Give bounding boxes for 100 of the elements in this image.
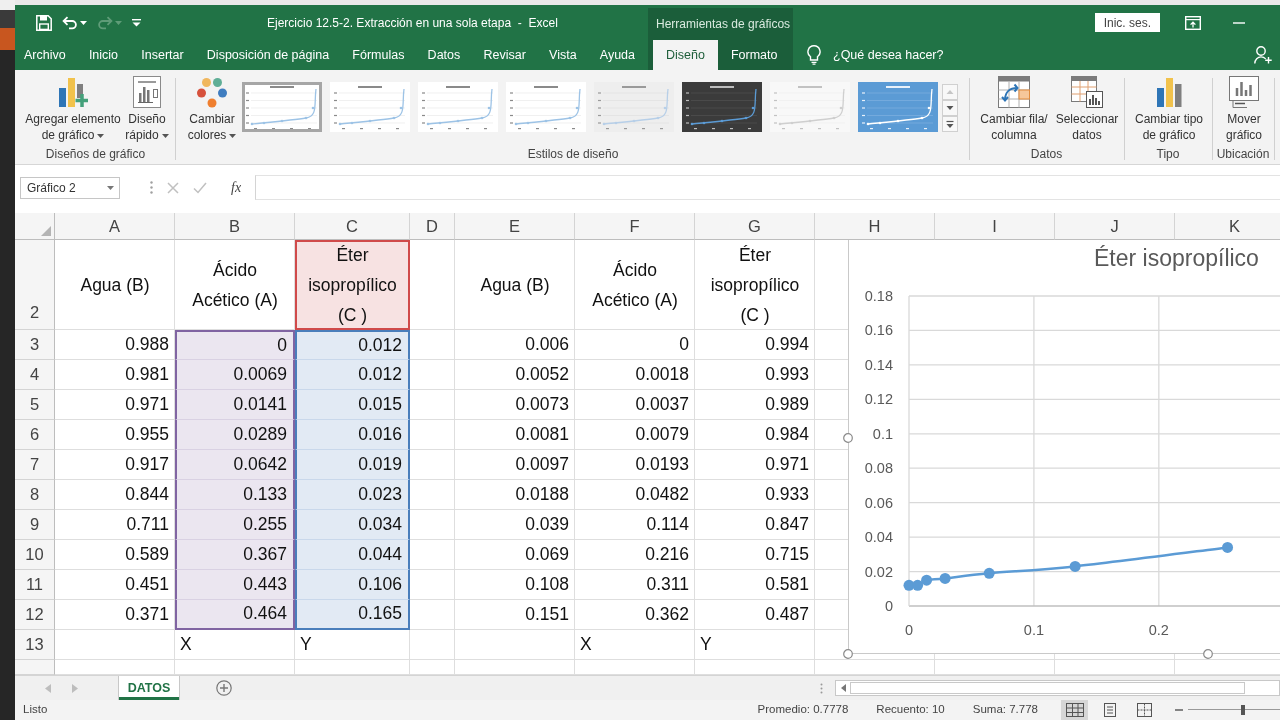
ribbon-button[interactable]: Seleccionar datos — [1052, 70, 1122, 143]
column-header[interactable]: B — [175, 213, 295, 240]
spreadsheet-cell[interactable]: 0.034 — [295, 510, 410, 540]
spreadsheet-cell[interactable]: 0.133 — [175, 480, 295, 510]
undo-icon[interactable] — [62, 15, 78, 30]
minimize-icon[interactable] — [1233, 21, 1245, 24]
person-add-icon[interactable] — [1254, 46, 1272, 64]
ribbon-tab[interactable]: Vista — [540, 40, 586, 70]
spreadsheet-cell[interactable]: 0.0018 — [575, 360, 695, 390]
spreadsheet-cell[interactable]: 0.0141 — [175, 390, 295, 420]
row-header[interactable] — [15, 660, 55, 675]
spreadsheet-cell[interactable]: 0.971 — [695, 450, 815, 480]
spreadsheet-cell[interactable]: 0.589 — [55, 540, 175, 570]
spreadsheet-cell[interactable]: 0.044 — [295, 540, 410, 570]
spreadsheet-cell[interactable]: 0.443 — [175, 570, 295, 600]
caret-icon[interactable] — [107, 185, 114, 190]
spreadsheet-cell[interactable]: 0.0081 — [455, 420, 575, 450]
caret-icon[interactable] — [97, 133, 105, 138]
ribbon-tab[interactable]: Archivo — [15, 40, 75, 70]
row-header[interactable]: 4 — [15, 360, 55, 390]
row-header[interactable]: 3 — [15, 330, 55, 360]
ribbon-tab[interactable]: Disposición de página — [197, 40, 339, 70]
spreadsheet-cell[interactable]: 0.993 — [695, 360, 815, 390]
column-header[interactable]: E — [455, 213, 575, 240]
spreadsheet-cell[interactable]: Ácido Acético (A) — [575, 240, 695, 330]
ribbon-tab[interactable]: Formato — [717, 40, 791, 70]
spreadsheet-cell[interactable]: 0 — [175, 330, 295, 360]
row-header[interactable]: 9 — [15, 510, 55, 540]
caret-icon[interactable] — [161, 133, 169, 138]
spreadsheet-cell[interactable]: 0.0052 — [455, 360, 575, 390]
ribbon-button[interactable]: Agregar elemento de gráfico — [23, 70, 123, 143]
grip-icon[interactable] — [150, 181, 153, 194]
spreadsheet-cell[interactable]: 0.114 — [575, 510, 695, 540]
spreadsheet-cell[interactable]: 0.451 — [55, 570, 175, 600]
spreadsheet-cell[interactable]: 0.012 — [295, 330, 410, 360]
spreadsheet-cell[interactable]: Éter isopropílico (C ) — [295, 240, 410, 330]
spreadsheet-cell[interactable]: 0.955 — [55, 420, 175, 450]
spreadsheet-cell[interactable]: 0.311 — [575, 570, 695, 600]
spreadsheet-cell[interactable]: 0.255 — [175, 510, 295, 540]
row-header[interactable]: 2 — [15, 240, 55, 330]
column-header[interactable]: H — [815, 213, 935, 240]
spreadsheet-cell[interactable]: 0.216 — [575, 540, 695, 570]
chart-style-thumbnail[interactable] — [506, 82, 586, 132]
spreadsheet-cell[interactable]: 0.0073 — [455, 390, 575, 420]
spreadsheet-cell[interactable]: 0 — [575, 330, 695, 360]
column-header[interactable]: C — [295, 213, 410, 240]
spreadsheet-cell[interactable]: 0.933 — [695, 480, 815, 510]
column-header[interactable]: G — [695, 213, 815, 240]
ribbon-tab[interactable]: Datos — [418, 40, 470, 70]
spreadsheet-cell[interactable]: Éter isopropílico (C ) — [695, 240, 815, 330]
resize-handle-icon[interactable] — [843, 649, 853, 659]
spreadsheet-cell[interactable]: 0.367 — [175, 540, 295, 570]
spreadsheet-cell[interactable]: Y — [695, 630, 815, 660]
spreadsheet-cell[interactable]: 0.0642 — [175, 450, 295, 480]
column-header[interactable]: J — [1055, 213, 1175, 240]
spreadsheet-cell[interactable]: 0.581 — [695, 570, 815, 600]
spreadsheet-cell[interactable]: 0.106 — [295, 570, 410, 600]
spreadsheet-cell[interactable]: 0.108 — [455, 570, 575, 600]
view-button[interactable] — [1061, 700, 1088, 720]
ribbon-display-icon[interactable] — [1185, 15, 1201, 30]
chart-style-thumbnail[interactable] — [682, 82, 762, 132]
caret-icon[interactable] — [229, 133, 237, 138]
ribbon-button[interactable]: Cambiar fila/ columna — [976, 70, 1052, 143]
ribbon-button[interactable]: Cambiar tipo de gráfico — [1131, 70, 1207, 143]
spreadsheet-cell[interactable]: 0.015 — [295, 390, 410, 420]
ribbon-tab[interactable]: Fórmulas — [343, 40, 414, 70]
spreadsheet-cell[interactable]: 0.016 — [295, 420, 410, 450]
spreadsheet-cell[interactable]: 0.019 — [295, 450, 410, 480]
add-sheet-icon[interactable] — [216, 680, 232, 696]
save-icon[interactable] — [36, 14, 52, 31]
column-header[interactable]: K — [1175, 213, 1280, 240]
spreadsheet-cell[interactable]: 0.371 — [55, 600, 175, 630]
spreadsheet-cell[interactable]: 0.847 — [695, 510, 815, 540]
row-header[interactable]: 7 — [15, 450, 55, 480]
spreadsheet-cell[interactable]: 0.0037 — [575, 390, 695, 420]
spreadsheet-cell[interactable]: 0.039 — [455, 510, 575, 540]
column-header[interactable]: F — [575, 213, 695, 240]
horizontal-scrollbar[interactable] — [835, 680, 1280, 696]
spreadsheet-cell[interactable]: 0.994 — [695, 330, 815, 360]
column-header[interactable]: D — [410, 213, 455, 240]
resize-handle-icon[interactable] — [1203, 649, 1213, 659]
insert-function-button[interactable]: fx — [229, 177, 244, 198]
spreadsheet-cell[interactable]: 0.0193 — [575, 450, 695, 480]
spreadsheet-cell[interactable]: 0.464 — [175, 600, 295, 630]
row-header[interactable]: 13 — [15, 630, 55, 660]
chart-style-thumbnail[interactable] — [418, 82, 498, 132]
row-header[interactable]: 11 — [15, 570, 55, 600]
spreadsheet-cell[interactable]: 0.988 — [55, 330, 175, 360]
spreadsheet-cell[interactable]: 0.151 — [455, 600, 575, 630]
spreadsheet-cell[interactable]: Agua (B) — [55, 240, 175, 330]
spreadsheet-cell[interactable]: 0.362 — [575, 600, 695, 630]
select-all-button[interactable] — [15, 213, 55, 240]
spreadsheet-cell[interactable]: 0.0289 — [175, 420, 295, 450]
spreadsheet-cell[interactable]: 0.0482 — [575, 480, 695, 510]
row-header[interactable]: 6 — [15, 420, 55, 450]
chart[interactable]: Éter isopropílico 0 0.02 0.04 0.06 0.08 0.1 0.12 0.14 0.16 0.18 0 0.1 0.2 — [848, 240, 1280, 654]
spreadsheet-cell[interactable]: 0.981 — [55, 360, 175, 390]
spreadsheet-cell[interactable]: 0.069 — [455, 540, 575, 570]
caret-icon[interactable] — [80, 20, 87, 25]
spreadsheet-cell[interactable]: Y — [295, 630, 410, 660]
